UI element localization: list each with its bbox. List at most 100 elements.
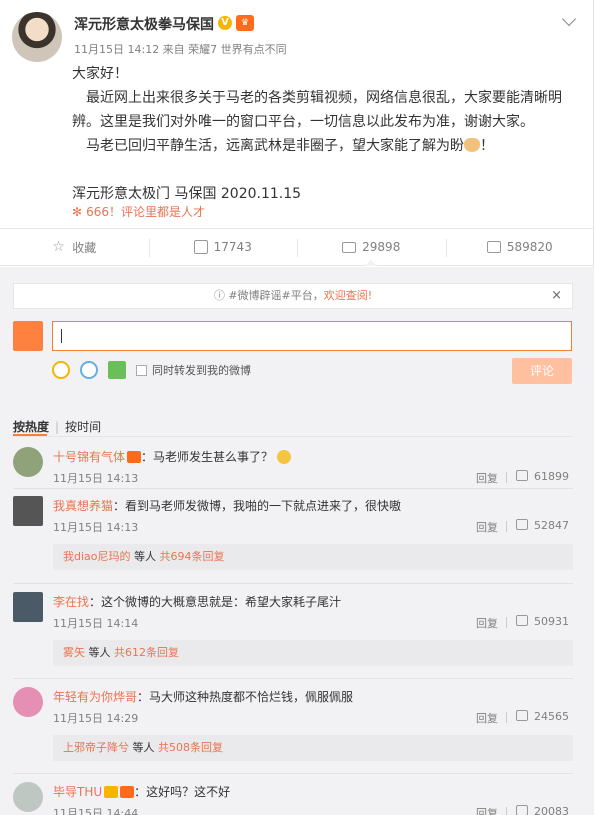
active-tab-indicator — [13, 434, 47, 436]
chevron-down-icon[interactable] — [561, 11, 577, 27]
comment-like-button[interactable]: 61899 — [516, 470, 569, 483]
commenter-avatar[interactable] — [13, 687, 43, 717]
comment-text: 毕导THU ：这好吗？这不好 — [53, 783, 230, 800]
post-paragraph: 最近网上出来很多关于马老的各类剪辑视频，网络信息很乱，大家要能清晰明辨。这里是我… — [72, 90, 562, 130]
gif-icon[interactable] — [80, 361, 98, 379]
replies-summary[interactable]: 雾矢 等人 共612条回复 — [53, 640, 573, 666]
verified-icon — [104, 786, 119, 798]
divider — [13, 436, 573, 437]
commenter-name[interactable]: 我真想养猫 — [53, 499, 113, 513]
commenter-avatar[interactable] — [13, 496, 43, 526]
notice-link[interactable]: 欢迎查阅! — [324, 289, 372, 302]
commenter-name[interactable]: 毕导THU — [53, 785, 102, 799]
doge-emoji-icon — [277, 450, 292, 464]
vip-crown-icon — [120, 786, 135, 798]
comment-like-count: 20083 — [534, 805, 569, 815]
comment-time: 11月15日 14:44 — [53, 807, 139, 815]
hot-comment-text: 666！评论里都是人才 — [86, 205, 205, 219]
pray-emoji-icon — [464, 138, 480, 152]
tab-sort-by-time[interactable]: 按时间 — [65, 420, 101, 434]
comment-like-button[interactable]: 24565 — [516, 710, 569, 723]
commenter-name[interactable]: 十号锦有气体 — [53, 450, 125, 464]
author-avatar[interactable] — [12, 12, 62, 62]
comment-like-button[interactable]: 52847 — [516, 519, 569, 532]
comment-body: ：这好吗？这不好 — [134, 785, 231, 799]
commenter-avatar[interactable] — [13, 782, 43, 812]
emoji-icon[interactable] — [52, 361, 70, 379]
thumbs-up-icon — [516, 470, 528, 481]
repost-button[interactable]: 17743 — [148, 229, 298, 265]
comment-section: ⓘ #微博辟谣#平台，欢迎查阅! × 同时转发到我的微博 评论 按热度 | 按时间 … — [0, 267, 594, 815]
reply-count[interactable]: 共508条回复 — [158, 741, 223, 754]
comment-time: 11月15日 14:13 — [53, 521, 139, 534]
tab-sort-by-hot[interactable]: 按热度 — [13, 420, 49, 434]
reply-button[interactable]: 回复 — [476, 710, 498, 726]
repost-checkbox[interactable] — [136, 364, 147, 376]
repost-count: 17743 — [213, 240, 252, 254]
notice-text: #微博辟谣#平台， — [228, 289, 324, 302]
favorite-label: 收藏 — [72, 240, 97, 255]
like-button[interactable]: 589820 — [445, 229, 595, 265]
reply-user[interactable]: 我diao尼玛的 — [63, 550, 131, 563]
commenter-avatar[interactable] — [13, 592, 43, 622]
reply-count[interactable]: 共612条回复 — [114, 646, 179, 659]
post-body: 大家好！ 最近网上出来很多关于马老的各类剪辑视频，网络信息很乱，大家要能清晰明辨… — [72, 62, 580, 206]
reply-button[interactable]: 回复 — [476, 615, 498, 631]
comment-like-count: 52847 — [534, 519, 569, 532]
vip-crown-icon — [127, 451, 142, 463]
commenter-name[interactable]: 李在找 — [53, 595, 89, 609]
action-bar: ☆ 收藏 17743 29898 589820 — [0, 228, 594, 266]
replies-summary[interactable]: 上邪帝子降兮 等人 共508条回复 — [53, 735, 573, 761]
comment-text: 十号锦有气体 ：马老师发生甚么事了？ — [53, 448, 292, 465]
post-greeting: 大家好！ — [72, 66, 128, 82]
comment-button[interactable]: 29898 — [297, 229, 446, 266]
comment-tools: 同时转发到我的微博 — [52, 358, 251, 382]
comment-like-button[interactable]: 20083 — [516, 805, 569, 815]
reply-button[interactable]: 回复 — [476, 470, 498, 486]
divider — [13, 583, 573, 584]
post-paragraph-text: 马老已回归平静生活，远离武林是非圈子，望大家能了解为盼 — [86, 138, 464, 154]
repost-checkbox-label: 同时转发到我的微博 — [152, 364, 251, 377]
author-name[interactable]: 浑元形意太极拳马保国 — [74, 14, 214, 34]
reply-user[interactable]: 雾矢 — [63, 646, 85, 659]
comment-like-button[interactable]: 50931 — [516, 615, 569, 628]
comment-icon — [342, 241, 357, 253]
image-icon[interactable] — [108, 361, 126, 379]
divider — [506, 712, 507, 723]
comment-time: 11月15日 14:14 — [53, 617, 139, 630]
comment-body: ：看到马老师发微博，我啪的一下就点进来了，很快嗷 — [113, 499, 402, 513]
reply-user[interactable]: 上邪帝子降兮 — [63, 741, 129, 754]
submit-comment-button[interactable]: 评论 — [512, 358, 572, 384]
comment-count: 29898 — [362, 240, 401, 254]
thumbs-up-icon — [516, 805, 528, 815]
replies-summary[interactable]: 我diao尼玛的 等人 共694条回复 — [53, 544, 573, 570]
reply-button[interactable]: 回复 — [476, 805, 498, 815]
divider — [13, 488, 573, 489]
thumbs-up-icon — [516, 710, 528, 721]
favorite-button[interactable]: ☆ 收藏 — [0, 229, 149, 265]
reply-button[interactable]: 回复 — [476, 519, 498, 535]
reply-mid: 等人 — [130, 550, 160, 563]
post-paragraph: 马老已回归平静生活，远离武林是非圈子，望大家能了解为盼 ！ — [72, 134, 580, 158]
reply-count[interactable]: 共694条回复 — [160, 550, 225, 563]
hot-comment-tag[interactable]: ✻ 666！评论里都是人才 — [72, 203, 205, 220]
post-meta: 11月15日 14:12 来自 荣耀7 世界有点不同 — [74, 43, 287, 56]
comment-time: 11月15日 14:13 — [53, 472, 139, 485]
reply-mid: 等人 — [85, 646, 114, 659]
close-icon[interactable]: × — [551, 284, 562, 308]
commenter-avatar[interactable] — [13, 447, 43, 477]
comment-time: 11月15日 14:29 — [53, 712, 139, 725]
text-caret — [61, 329, 62, 343]
comment-input[interactable] — [52, 321, 572, 351]
divider — [506, 521, 507, 532]
rumor-notice-bar: ⓘ #微博辟谣#平台，欢迎查阅! × — [13, 283, 573, 309]
commenter-name[interactable]: 年轻有为你烨哥 — [53, 690, 137, 704]
thumbs-up-icon — [516, 519, 528, 530]
verified-icon: V — [218, 16, 232, 30]
divider — [13, 678, 573, 679]
comment-text: 年轻有为你烨哥：马大师这种热度都不恰烂钱，佩服佩服 — [53, 688, 353, 705]
divider — [506, 617, 507, 628]
comment-text: 我真想养猫：看到马老师发微博，我啪的一下就点进来了，很快嗷 — [53, 497, 401, 514]
like-count: 589820 — [506, 240, 553, 254]
vip-crown-icon: ♛ — [236, 15, 254, 31]
